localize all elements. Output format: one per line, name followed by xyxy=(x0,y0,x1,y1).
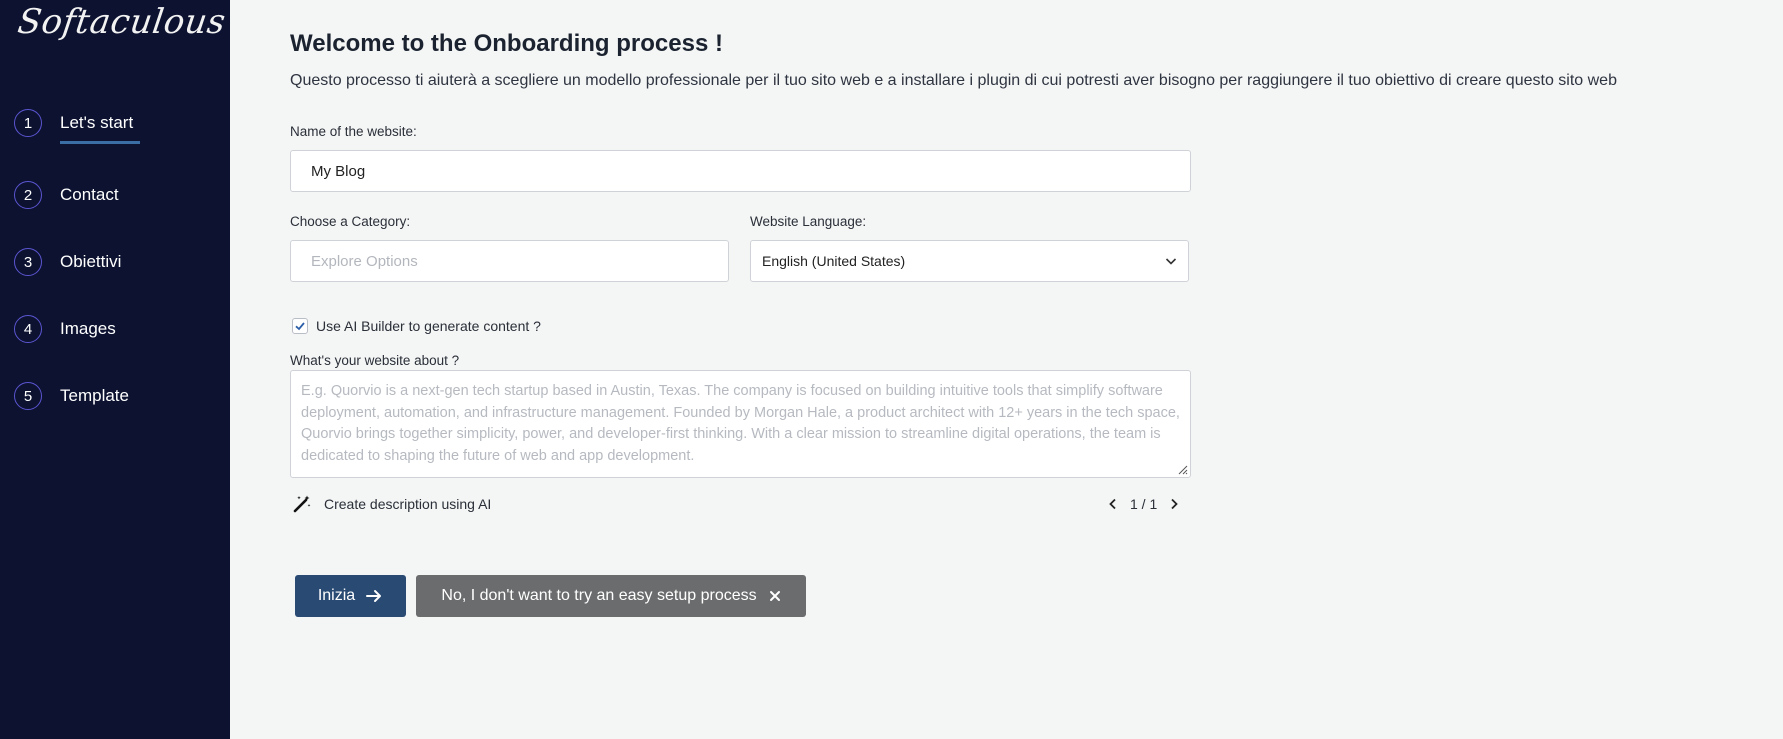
skip-setup-label: No, I don't want to try an easy setup pr… xyxy=(441,587,757,604)
checkmark-icon xyxy=(295,322,305,331)
sidebar-step-obiettivi[interactable]: 3 Obiettivi xyxy=(14,248,121,276)
ai-builder-row[interactable]: Use AI Builder to generate content ? xyxy=(292,318,541,334)
chevron-right-icon[interactable] xyxy=(1167,497,1181,511)
magic-wand-icon xyxy=(293,495,311,513)
main-content: Welcome to the Onboarding process ! Ques… xyxy=(230,0,1783,739)
step-number: 4 xyxy=(14,315,42,343)
pager-count: 1 / 1 xyxy=(1130,496,1158,512)
resize-handle-icon[interactable] xyxy=(1176,463,1188,475)
about-textarea[interactable]: E.g. Quorvio is a next-gen tech startup … xyxy=(290,370,1191,478)
step-number: 1 xyxy=(14,109,42,137)
ai-builder-checkbox[interactable] xyxy=(292,318,308,334)
sidebar: Softaculous 1 Let's start 2 Contact 3 Ob… xyxy=(0,0,230,739)
step-number: 3 xyxy=(14,248,42,276)
step-label: Contact xyxy=(60,185,119,204)
close-icon xyxy=(769,590,781,602)
step-label: Obiettivi xyxy=(60,252,122,271)
language-select[interactable]: English (United States) xyxy=(750,240,1189,282)
category-input[interactable]: Explore Options xyxy=(290,240,729,282)
step-number: 2 xyxy=(14,181,42,209)
language-label: Website Language: xyxy=(750,214,867,229)
step-label: Template xyxy=(60,386,129,405)
start-button[interactable]: Inizia xyxy=(295,575,406,617)
skip-setup-button[interactable]: No, I don't want to try an easy setup pr… xyxy=(416,575,806,617)
chevron-down-icon xyxy=(1165,258,1177,265)
active-step-underline xyxy=(60,141,140,144)
about-label: What's your website about ? xyxy=(290,353,460,368)
softaculous-logo: Softaculous xyxy=(15,2,229,42)
sidebar-step-contact[interactable]: 2 Contact xyxy=(14,181,119,209)
ai-description-label: Create description using AI xyxy=(324,496,492,512)
about-placeholder: E.g. Quorvio is a next-gen tech startup … xyxy=(301,383,1180,464)
ai-description-button[interactable]: Create description using AI xyxy=(292,494,491,514)
start-button-label: Inizia xyxy=(317,587,356,604)
description-pager: 1 / 1 xyxy=(1106,496,1181,512)
page-title: Welcome to the Onboarding process ! xyxy=(290,30,723,57)
step-label-text: Let's start xyxy=(60,113,134,132)
sidebar-step-template[interactable]: 5 Template xyxy=(14,382,129,410)
step-label: Let's start xyxy=(60,113,140,144)
sidebar-step-images[interactable]: 4 Images xyxy=(14,315,116,343)
ai-builder-label: Use AI Builder to generate content ? xyxy=(316,318,541,334)
category-label: Choose a Category: xyxy=(290,214,411,229)
step-number: 5 xyxy=(14,382,42,410)
website-name-label: Name of the website: xyxy=(290,124,417,139)
website-name-input[interactable]: My Blog xyxy=(290,150,1191,192)
arrow-right-icon xyxy=(365,588,383,604)
sidebar-step-lets-start[interactable]: 1 Let's start xyxy=(14,109,140,144)
language-value: English (United States) xyxy=(762,253,906,269)
step-label: Images xyxy=(60,319,116,338)
page-subtitle: Questo processo ti aiuterà a scegliere u… xyxy=(290,72,1617,89)
chevron-left-icon[interactable] xyxy=(1106,497,1120,511)
